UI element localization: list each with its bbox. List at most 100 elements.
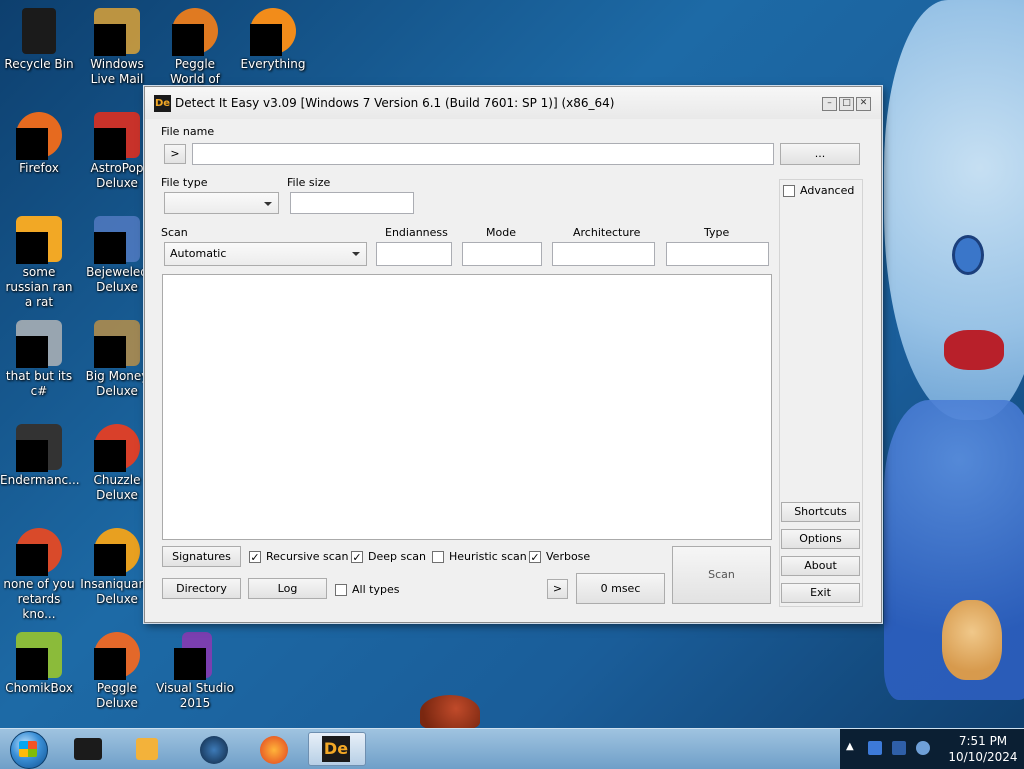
- desktop-icon-peggle-deluxe[interactable]: Peggle Deluxe: [78, 632, 156, 711]
- show-hidden-icons-button[interactable]: ▲: [846, 741, 854, 752]
- close-button[interactable]: ✕: [856, 97, 871, 111]
- shortcuts-button[interactable]: Shortcuts: [781, 502, 860, 522]
- scan-button[interactable]: Scan: [672, 546, 771, 604]
- scan-mode-select[interactable]: Automatic: [164, 242, 367, 266]
- desktop-icon-windows-live-mail[interactable]: Windows Live Mail: [78, 8, 156, 87]
- desktop-icon-label: AstroPop Deluxe: [90, 161, 144, 190]
- visual-studio-icon: [172, 632, 218, 680]
- window-titlebar[interactable]: De Detect It Easy v3.09 [Windows 7 Versi…: [145, 87, 881, 119]
- file-name-history-button[interactable]: >: [164, 144, 186, 164]
- desktop-icon-endermanch[interactable]: Endermanc...: [0, 424, 80, 488]
- tray-display-icon[interactable]: [892, 741, 906, 755]
- taskbar-item-security[interactable]: [188, 732, 240, 766]
- file-type-label: File type: [161, 176, 208, 189]
- desktop-icon-label: Visual Studio 2015: [156, 681, 234, 710]
- scan-time-display: 0 msec: [576, 573, 665, 604]
- clock-date: 10/10/2024: [948, 750, 1018, 764]
- peggle-icon: [172, 8, 218, 56]
- desktop-icon-label: Peggle Deluxe: [96, 681, 138, 710]
- about-button[interactable]: About: [781, 556, 860, 576]
- maximize-button[interactable]: □: [839, 97, 854, 111]
- desktop-bird-image: [420, 695, 480, 729]
- signatures-button[interactable]: Signatures: [162, 546, 241, 567]
- fish-icon: [94, 528, 140, 576]
- exit-button[interactable]: Exit: [781, 583, 860, 603]
- all-types-label: All types: [352, 583, 400, 596]
- directory-button[interactable]: Directory: [162, 578, 241, 599]
- desktop-icon-label: none of you retards kno...: [3, 577, 75, 621]
- detect-it-easy-window: De Detect It Easy v3.09 [Windows 7 Versi…: [144, 86, 882, 623]
- advanced-label: Advanced: [800, 184, 855, 197]
- desktop-icon-some-russian[interactable]: some russian ran a rat: [0, 216, 78, 310]
- recycle-bin-icon: [16, 8, 62, 54]
- app-icon: De: [154, 95, 171, 112]
- scan-label: Scan: [161, 226, 188, 239]
- checkbox-unchecked-icon: [432, 550, 444, 563]
- taskbar-item-firefox[interactable]: [248, 732, 300, 766]
- advanced-checkbox[interactable]: Advanced: [783, 184, 854, 197]
- desktop-icon-label: Endermanc...: [0, 473, 80, 487]
- log-button[interactable]: Log: [248, 578, 327, 599]
- system-tray: ▲ 7:51 PM 10/10/2024: [840, 729, 1024, 769]
- desktop-icon-everything[interactable]: Everything: [234, 8, 312, 72]
- media-player-icon: [136, 738, 158, 760]
- mode-label: Mode: [486, 226, 516, 239]
- desktop-icon-label: Chuzzle Deluxe: [93, 473, 141, 502]
- minimize-button[interactable]: –: [822, 97, 837, 111]
- tray-volume-icon[interactable]: [916, 741, 930, 755]
- scan-results-panel[interactable]: [162, 274, 772, 540]
- taskbar-item-terminal[interactable]: [62, 732, 114, 766]
- desktop-icon-label: Big Money Deluxe: [85, 369, 149, 398]
- heuristic-scan-checkbox[interactable]: Heuristic scan: [432, 550, 527, 563]
- taskbar: De ▲ 7:51 PM 10/10/2024: [0, 728, 1024, 769]
- desktop-icon-chomikbox[interactable]: ChomikBox: [0, 632, 78, 696]
- desktop-icon-that-but-its-c[interactable]: that but its c#: [0, 320, 78, 399]
- taskbar-item-media-player[interactable]: [122, 732, 174, 766]
- all-types-checkbox[interactable]: All types: [335, 583, 399, 596]
- desktop-hamster-image: [942, 600, 1002, 680]
- file-type-select[interactable]: [164, 192, 279, 214]
- stacked-windows-icon: [16, 320, 62, 368]
- desktop-icon-firefox[interactable]: Firefox: [0, 112, 78, 176]
- window-title: Detect It Easy v3.09 [Windows 7 Version …: [175, 96, 615, 110]
- browser-icon: [16, 528, 62, 576]
- desktop-icon-label: that but its c#: [5, 369, 73, 398]
- peggle-icon: [94, 632, 140, 680]
- type-field: [666, 242, 769, 266]
- chevron-down-icon: [264, 202, 272, 206]
- desktop-icon-none-of-you[interactable]: none of you retards kno...: [0, 528, 78, 622]
- detect-it-easy-icon: [16, 216, 62, 264]
- desktop-icon-label: Bejeweled Deluxe: [86, 265, 148, 294]
- recursive-scan-checkbox[interactable]: Recursive scan: [249, 550, 349, 563]
- tray-network-icon[interactable]: [868, 741, 882, 755]
- desktop-icon-recycle-bin[interactable]: Recycle Bin: [0, 8, 78, 72]
- file-size-field: [290, 192, 414, 214]
- type-label: Type: [704, 226, 730, 239]
- taskbar-clock[interactable]: 7:51 PM 10/10/2024: [948, 733, 1018, 765]
- checkbox-checked-icon: [249, 550, 261, 563]
- checkbox-checked-icon: [529, 550, 541, 563]
- taskbar-item-detect-it-easy[interactable]: De: [308, 732, 366, 766]
- deep-scan-checkbox[interactable]: Deep scan: [351, 550, 426, 563]
- options-button[interactable]: Options: [781, 529, 860, 549]
- desktop-icon-label: ChomikBox: [5, 681, 73, 695]
- desktop-icon-visual-studio[interactable]: Visual Studio 2015: [156, 632, 234, 711]
- folder-icon: [16, 424, 62, 472]
- file-name-input[interactable]: [192, 143, 774, 165]
- terminal-icon: [74, 738, 102, 760]
- mode-field: [462, 242, 542, 266]
- bejeweled-icon: [94, 216, 140, 264]
- heuristic-scan-label: Heuristic scan: [449, 550, 527, 563]
- desktop-icon-label: Everything: [240, 57, 306, 71]
- start-button[interactable]: [2, 729, 54, 769]
- scan-mode-value: Automatic: [170, 247, 227, 260]
- architecture-field: [552, 242, 655, 266]
- scan-options-arrow-button[interactable]: >: [547, 579, 568, 599]
- chomikbox-icon: [16, 632, 62, 680]
- desktop-icon-label: Insaniquar... Deluxe: [80, 577, 154, 606]
- verbose-checkbox[interactable]: Verbose: [529, 550, 590, 563]
- wallpaper-eye: [952, 235, 984, 275]
- desktop-icon-label: Windows Live Mail: [90, 57, 144, 86]
- browse-button[interactable]: ...: [780, 143, 860, 165]
- file-size-label: File size: [287, 176, 331, 189]
